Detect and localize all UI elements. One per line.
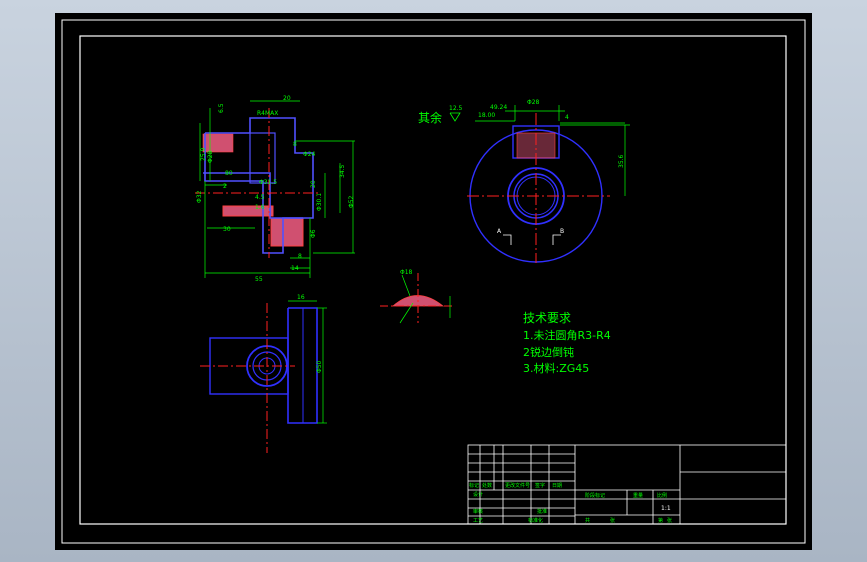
dim-18: 18.00: [478, 112, 495, 119]
svg-text:比例: 比例: [657, 492, 667, 499]
label-a: A: [497, 228, 502, 235]
svg-text:标记: 标记: [469, 482, 479, 489]
dim-55: 55: [255, 276, 263, 283]
svg-text:批准: 批准: [537, 508, 547, 515]
roughness-symbol: [449, 112, 461, 122]
dim-20: 20: [283, 95, 291, 102]
dim-20b: 20: [310, 180, 317, 188]
title-block-labels: 标记 处数 更改文件号 签字 日期 设计 标准化 阶段标记 重量 比例 审核 工…: [469, 482, 672, 524]
bottom-view: 16 Φ50: [200, 294, 327, 453]
tech-item-2: 2锐边倒钝: [523, 345, 574, 359]
dim-side-phi28: Φ28: [527, 99, 540, 106]
svg-text:张: 张: [667, 517, 672, 524]
dim-phi50: Φ50: [316, 360, 323, 373]
svg-text:审核: 审核: [473, 508, 483, 515]
svg-text:阶段标记: 阶段标记: [585, 492, 605, 499]
dim-8: 8: [293, 141, 297, 148]
dim-8b: 8: [298, 253, 302, 260]
dim-2: 2: [223, 183, 227, 190]
dim-80: 80: [225, 170, 233, 177]
dim-30: 30: [223, 226, 231, 233]
dim-phi52: Φ52: [348, 195, 355, 208]
scale-value: 1:1: [661, 505, 671, 512]
roughness-value: 12.5: [449, 105, 463, 112]
svg-text:共: 共: [585, 517, 590, 524]
dim-14: 14: [291, 265, 299, 272]
dim-25-9: 25.9: [200, 147, 207, 161]
hatch-middle: [222, 205, 274, 217]
svg-text:设计: 设计: [473, 491, 483, 498]
label-b: B: [560, 228, 564, 235]
svg-text:日期: 日期: [552, 483, 562, 489]
dim-35-6: 35.6: [618, 154, 625, 168]
tech-item-1: 1.未注圆角R3-R4: [523, 328, 611, 342]
front-bore: [249, 132, 276, 184]
hatch-lower: [270, 217, 304, 247]
tech-requirements: 技术要求 1.未注圆角R3-R4 2锐边倒钝 3.材料:ZG45: [523, 311, 611, 375]
svg-text:张: 张: [610, 517, 615, 524]
dim-phi6: Φ6: [310, 229, 317, 238]
outer-border: [61, 19, 806, 544]
dim-phi18: Φ18: [400, 269, 413, 276]
dim-1-6: 1.6: [255, 204, 265, 211]
svg-text:重量: 重量: [633, 492, 643, 499]
drawing-viewport[interactable]: 20 R4MAX 6.5 Φ28 25.9 8 Φ24 Φ31.5 2 Φ32 …: [55, 13, 812, 550]
dim-r4max: R4MAX: [257, 110, 278, 117]
roughness-note: 其余 12.5: [418, 105, 463, 125]
front-view: 20 R4MAX 6.5 Φ28 25.9 8 Φ24 Φ31.5 2 Φ32 …: [195, 95, 355, 283]
dim-phi24: Φ24: [303, 151, 316, 158]
roughness-label: 其余: [418, 110, 442, 125]
dim-4-5: 4.5: [255, 194, 265, 201]
svg-text:更改文件号: 更改文件号: [505, 482, 530, 489]
svg-text:第: 第: [658, 517, 663, 524]
dim-phi31-5: Φ31.5: [259, 179, 277, 186]
svg-text:处数: 处数: [482, 482, 492, 489]
dim-6-5: 6.5: [218, 103, 225, 113]
side-view: 49.24 Φ28 18.00 4 35.6 A B: [467, 99, 630, 263]
dim-4: 4: [565, 114, 569, 121]
section-view: Φ18: [380, 269, 455, 324]
dim-49-24: 49.24: [490, 104, 507, 111]
svg-text:工艺: 工艺: [473, 518, 483, 524]
tech-title: 技术要求: [523, 311, 571, 325]
dim-phi30-1: Φ30.1: [316, 193, 323, 211]
cad-drawing: 20 R4MAX 6.5 Φ28 25.9 8 Φ24 Φ31.5 2 Φ32 …: [61, 19, 806, 544]
svg-text:标准化: 标准化: [528, 517, 543, 524]
dim-34-5: 34.5: [339, 164, 346, 178]
svg-text:签字: 签字: [535, 482, 545, 489]
dim-phi28: Φ28: [207, 150, 214, 163]
hatch-upper: [202, 133, 234, 153]
dim-16: 16: [297, 294, 305, 301]
dim-phi32: Φ32: [196, 190, 203, 203]
tech-item-3: 3.材料:ZG45: [523, 361, 589, 375]
